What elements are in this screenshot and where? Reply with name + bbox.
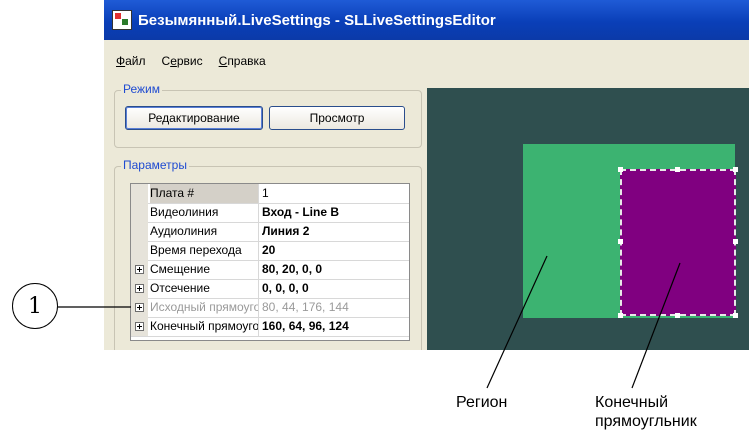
callout-lines [58, 255, 681, 389]
target-leader [631, 262, 681, 389]
region-caption: Регион [456, 394, 508, 411]
target-caption-line2: прямоугльник [595, 413, 697, 430]
target-caption-line1: Конечный [595, 394, 669, 411]
region-leader [486, 255, 548, 389]
callout-number: 1 [12, 283, 58, 329]
